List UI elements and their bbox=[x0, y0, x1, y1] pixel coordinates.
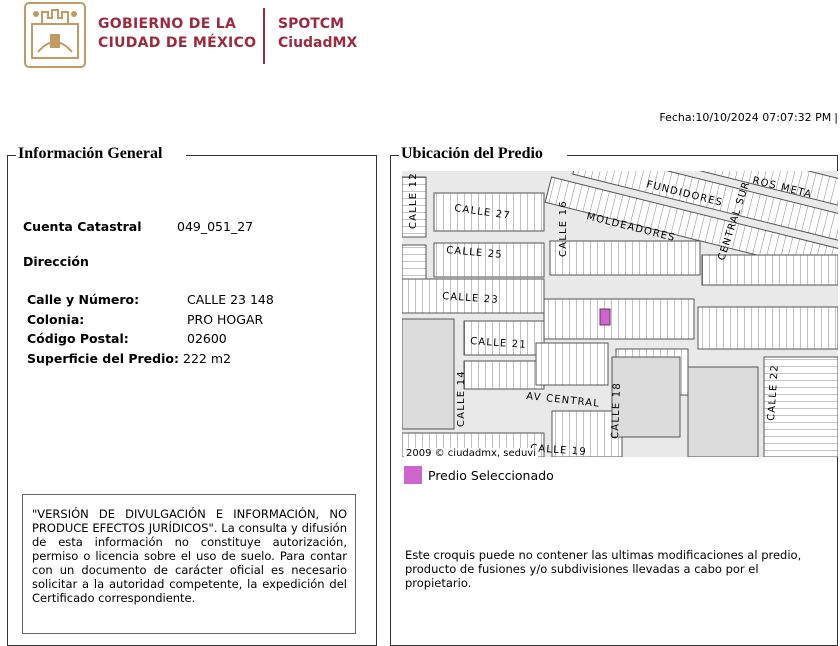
date-timestamp: Fecha:10/10/2024 07:07:32 PM | bbox=[659, 111, 838, 124]
map-canvas: CALLE 12 CALLE 27 CALLE 16 MOLDEADORES F… bbox=[402, 171, 838, 457]
panel-border-top bbox=[567, 155, 837, 156]
svg-text:CALLE 12: CALLE 12 bbox=[408, 172, 419, 229]
codigo-postal-label: Código Postal: bbox=[27, 331, 129, 346]
government-name-line2: CIUDAD DE MÉXICO bbox=[98, 35, 257, 51]
date-separator: | bbox=[834, 111, 838, 124]
header-divider bbox=[263, 8, 265, 64]
date-text: Fecha:10/10/2024 07:07:32 PM bbox=[659, 111, 832, 124]
government-name-line1: GOBIERNO DE LA bbox=[98, 16, 237, 32]
superficie-value: 222 m2 bbox=[183, 351, 231, 366]
legend-swatch bbox=[404, 466, 422, 484]
cuenta-catastral-label: Cuenta Catastral bbox=[23, 219, 142, 234]
svg-text:CALLE 16: CALLE 16 bbox=[558, 200, 569, 257]
cdmx-seal-logo bbox=[24, 2, 86, 68]
colonia-label: Colonia: bbox=[27, 312, 85, 327]
svg-text:CALLE 18: CALLE 18 bbox=[610, 382, 623, 439]
selected-lot-marker bbox=[599, 308, 611, 326]
superficie-label: Superficie del Predio: bbox=[27, 351, 179, 366]
cuenta-catastral-value: 049_051_27 bbox=[177, 219, 254, 234]
svg-text:CALLE 14: CALLE 14 bbox=[456, 370, 467, 427]
brand-name-line1: SPOTCM bbox=[278, 16, 345, 32]
calle-value: CALLE 23 148 bbox=[187, 292, 274, 307]
location-title: Ubicación del Predio bbox=[399, 145, 545, 163]
location-map[interactable]: CALLE 12 CALLE 27 CALLE 16 MOLDEADORES F… bbox=[402, 171, 838, 457]
map-disclaimer-note: Este croquis puede no contener las ultim… bbox=[405, 548, 802, 590]
brand-name-line2: CiudadMX bbox=[278, 35, 358, 51]
legend-label: Predio Seleccionado bbox=[428, 468, 554, 483]
colonia-value: PRO HOGAR bbox=[187, 312, 264, 327]
general-info-title: Información General bbox=[16, 145, 165, 163]
page-header: GOBIERNO DE LA CIUDAD DE MÉXICO SPOTCM C… bbox=[0, 0, 840, 80]
direccion-label: Dirección bbox=[23, 254, 89, 269]
codigo-postal-value: 02600 bbox=[187, 331, 227, 346]
panel-border-top bbox=[186, 155, 376, 156]
legal-disclaimer: "VERSIÓN DE DIVULGACIÓN E INFORMACIÓN, N… bbox=[22, 494, 356, 634]
map-credit: 2009 © ciudadmx, seduvi bbox=[404, 448, 539, 459]
calle-label: Calle y Número: bbox=[27, 292, 140, 307]
